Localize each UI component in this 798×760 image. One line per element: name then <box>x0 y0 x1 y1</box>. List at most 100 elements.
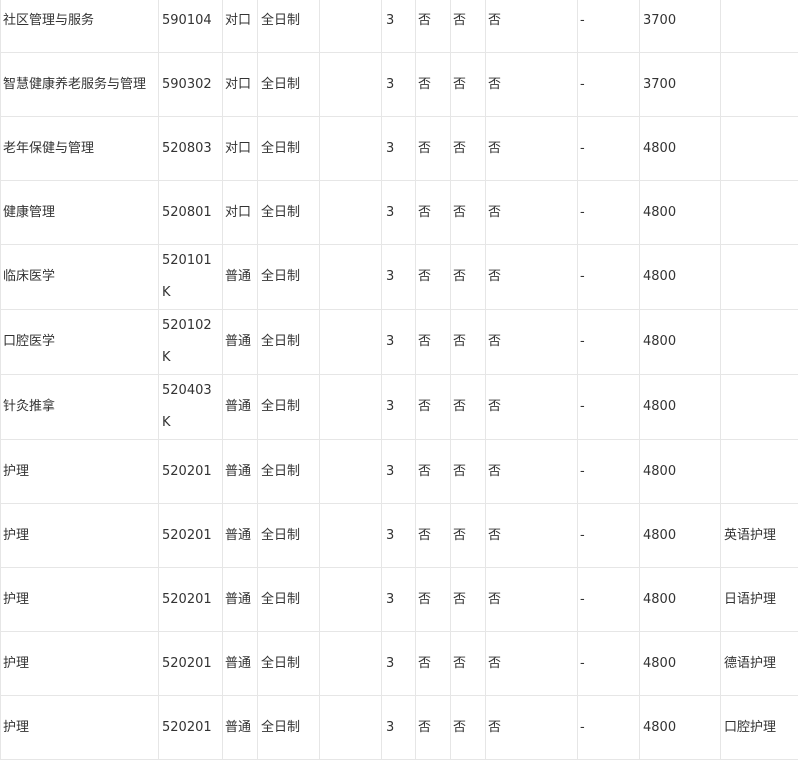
table-row: 护理520201普通全日制3否否否-4800日语护理 <box>1 568 798 632</box>
note-cell: - <box>578 53 640 117</box>
flag-cell-3: 否 <box>486 440 578 504</box>
enrollment-type-cell: 普通 <box>223 375 258 440</box>
blank-cell <box>320 504 382 568</box>
duration-cell: 3 <box>382 117 416 181</box>
major-code-cell: 520801 <box>159 181 223 245</box>
major-name-cell: 口腔医学 <box>1 310 159 375</box>
blank-cell <box>320 568 382 632</box>
note-cell: - <box>578 245 640 310</box>
major-name-cell: 护理 <box>1 568 159 632</box>
major-code-cell: 520403K <box>159 375 223 440</box>
duration-cell: 3 <box>382 310 416 375</box>
enrollment-type-cell: 普通 <box>223 568 258 632</box>
enrollment-type-cell: 普通 <box>223 696 258 760</box>
flag-cell-3: 否 <box>486 0 578 53</box>
flag-cell-2: 否 <box>451 568 486 632</box>
major-code-cell: 590104 <box>159 0 223 53</box>
table-row: 社区管理与服务590104对口全日制3否否否-3700 <box>1 0 798 53</box>
study-form-cell: 全日制 <box>258 310 320 375</box>
study-form-cell: 全日制 <box>258 632 320 696</box>
table-body: 社区管理与服务590104对口全日制3否否否-3700智慧健康养老服务与管理59… <box>1 0 798 760</box>
flag-cell-3: 否 <box>486 568 578 632</box>
blank-cell <box>320 245 382 310</box>
study-form-cell: 全日制 <box>258 0 320 53</box>
flag-cell-1: 否 <box>416 375 451 440</box>
flag-cell-2: 否 <box>451 310 486 375</box>
enrollment-type-cell: 普通 <box>223 632 258 696</box>
blank-cell <box>320 0 382 53</box>
direction-cell <box>721 181 798 245</box>
note-cell: - <box>578 504 640 568</box>
major-code-cell: 520201 <box>159 568 223 632</box>
direction-cell <box>721 440 798 504</box>
tuition-fee-cell: 4800 <box>640 696 721 760</box>
note-cell: - <box>578 440 640 504</box>
flag-cell-1: 否 <box>416 245 451 310</box>
duration-cell: 3 <box>382 568 416 632</box>
duration-cell: 3 <box>382 245 416 310</box>
study-form-cell: 全日制 <box>258 568 320 632</box>
table-row: 护理520201普通全日制3否否否-4800英语护理 <box>1 504 798 568</box>
note-cell: - <box>578 181 640 245</box>
flag-cell-1: 否 <box>416 504 451 568</box>
tuition-fee-cell: 4800 <box>640 504 721 568</box>
note-cell: - <box>578 310 640 375</box>
direction-cell <box>721 245 798 310</box>
major-name-cell: 健康管理 <box>1 181 159 245</box>
flag-cell-2: 否 <box>451 245 486 310</box>
flag-cell-2: 否 <box>451 53 486 117</box>
flag-cell-1: 否 <box>416 53 451 117</box>
table-row: 护理520201普通全日制3否否否-4800 <box>1 440 798 504</box>
study-form-cell: 全日制 <box>258 696 320 760</box>
flag-cell-3: 否 <box>486 310 578 375</box>
duration-cell: 3 <box>382 504 416 568</box>
duration-cell: 3 <box>382 53 416 117</box>
note-cell: - <box>578 632 640 696</box>
direction-cell <box>721 375 798 440</box>
major-code-cell: 520201 <box>159 696 223 760</box>
tuition-fee-cell: 4800 <box>640 440 721 504</box>
table-row: 智慧健康养老服务与管理590302对口全日制3否否否-3700 <box>1 53 798 117</box>
enrollment-type-cell: 对口 <box>223 117 258 181</box>
blank-cell <box>320 375 382 440</box>
enrollment-type-cell: 普通 <box>223 440 258 504</box>
flag-cell-3: 否 <box>486 504 578 568</box>
tuition-fee-cell: 4800 <box>640 245 721 310</box>
table-row: 口腔医学520102K普通全日制3否否否-4800 <box>1 310 798 375</box>
major-name-cell: 护理 <box>1 632 159 696</box>
direction-cell <box>721 117 798 181</box>
tuition-fee-cell: 4800 <box>640 632 721 696</box>
study-form-cell: 全日制 <box>258 504 320 568</box>
major-code-cell: 520201 <box>159 440 223 504</box>
blank-cell <box>320 53 382 117</box>
flag-cell-1: 否 <box>416 440 451 504</box>
direction-cell <box>721 53 798 117</box>
duration-cell: 3 <box>382 375 416 440</box>
major-name-cell: 老年保健与管理 <box>1 117 159 181</box>
direction-cell <box>721 310 798 375</box>
table-row: 老年保健与管理520803对口全日制3否否否-4800 <box>1 117 798 181</box>
table-row: 护理520201普通全日制3否否否-4800德语护理 <box>1 632 798 696</box>
note-cell: - <box>578 568 640 632</box>
tuition-fee-cell: 4800 <box>640 310 721 375</box>
flag-cell-2: 否 <box>451 504 486 568</box>
major-code-cell: 520803 <box>159 117 223 181</box>
duration-cell: 3 <box>382 181 416 245</box>
blank-cell <box>320 117 382 181</box>
flag-cell-2: 否 <box>451 117 486 181</box>
flag-cell-2: 否 <box>451 375 486 440</box>
enrollment-table-container: 社区管理与服务590104对口全日制3否否否-3700智慧健康养老服务与管理59… <box>0 0 798 760</box>
major-name-cell: 护理 <box>1 440 159 504</box>
enrollment-plan-table: 社区管理与服务590104对口全日制3否否否-3700智慧健康养老服务与管理59… <box>0 0 798 760</box>
direction-cell: 口腔护理 <box>721 696 798 760</box>
major-code-cell: 520201 <box>159 504 223 568</box>
flag-cell-1: 否 <box>416 696 451 760</box>
flag-cell-2: 否 <box>451 181 486 245</box>
tuition-fee-cell: 4800 <box>640 117 721 181</box>
major-code-cell: 590302 <box>159 53 223 117</box>
blank-cell <box>320 440 382 504</box>
direction-cell: 日语护理 <box>721 568 798 632</box>
duration-cell: 3 <box>382 632 416 696</box>
enrollment-type-cell: 对口 <box>223 181 258 245</box>
enrollment-type-cell: 普通 <box>223 310 258 375</box>
